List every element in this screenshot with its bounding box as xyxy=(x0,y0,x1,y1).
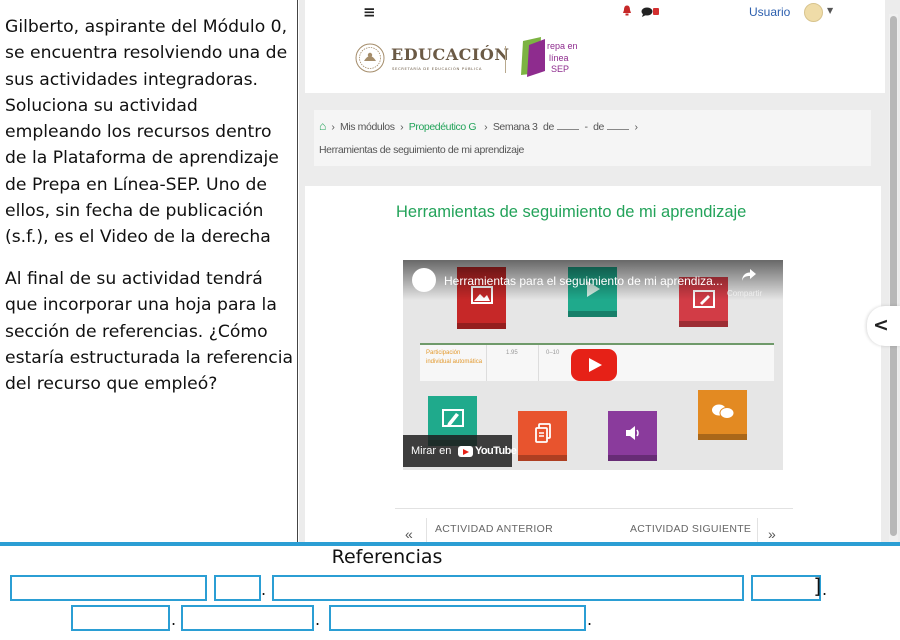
breadcrumb-date-from-label: de xyxy=(543,121,554,133)
vertical-scrollbar[interactable] xyxy=(889,14,898,542)
table-divider xyxy=(538,345,539,381)
answer-slot-2[interactable] xyxy=(214,575,261,601)
separator-dot: . xyxy=(261,580,267,599)
prepa-en-linea-logo: repa en línea SEP xyxy=(521,37,577,77)
question-paragraph-2: Al final de su actividad tendrá que inco… xyxy=(5,269,294,395)
svg-text:línea: línea xyxy=(549,53,569,63)
speech-bubbles-icon xyxy=(711,404,734,419)
date-blank xyxy=(556,122,579,130)
chat-tile xyxy=(698,390,747,440)
platform-screenshot: ≡ Usuario ▼ EDUCACIÓN SECRETARÍA DE EDUC… xyxy=(299,0,900,542)
separator-dot: . xyxy=(587,610,593,629)
video-title[interactable]: Herramientas para el seguimiento de mi a… xyxy=(444,274,724,288)
chevron-down-icon[interactable]: ▼ xyxy=(827,6,833,15)
youtube-logo-icon xyxy=(458,446,473,457)
breadcrumb-separator: › xyxy=(331,121,335,133)
next-activity-link[interactable]: ACTIVIDAD SIGUIENTE xyxy=(630,523,751,535)
table-cell-value: 1.95 xyxy=(506,350,518,356)
chevron-left-icon: < xyxy=(873,314,889,336)
education-logo-subtitle: SECRETARÍA DE EDUCACIÓN PÚBLICA xyxy=(392,66,483,71)
date-blank xyxy=(606,122,629,130)
watch-on-youtube-button[interactable]: Mirar en YouTube xyxy=(403,435,517,467)
document-tile xyxy=(518,411,567,461)
user-name-label[interactable]: Usuario xyxy=(749,5,790,19)
nav-divider xyxy=(757,518,758,542)
sep-seal-logo xyxy=(355,43,385,73)
answer-slot-6[interactable] xyxy=(181,605,314,631)
answer-slot-3[interactable] xyxy=(272,575,744,601)
nav-divider xyxy=(426,518,427,542)
bell-icon[interactable] xyxy=(622,5,632,16)
breadcrumb-propedeutico[interactable]: Propedéutico G xyxy=(409,121,477,133)
speaker-icon xyxy=(625,426,639,440)
logo-divider xyxy=(505,46,506,73)
youtube-label: YouTube xyxy=(475,445,517,457)
separator-dot: . xyxy=(822,580,828,599)
answer-slot-1[interactable] xyxy=(10,575,207,601)
home-icon[interactable]: ⌂ xyxy=(319,119,326,133)
separator-dot: . xyxy=(171,610,177,629)
breadcrumb-current: Herramientas de seguimiento de mi aprend… xyxy=(319,144,524,156)
svg-text:repa en: repa en xyxy=(547,41,577,51)
watch-on-label: Mirar en xyxy=(411,445,452,457)
drawer-toggle-button[interactable]: < xyxy=(867,306,900,346)
table-cell-label: Participación individual automática xyxy=(426,350,483,365)
audio-tile xyxy=(608,411,657,461)
breadcrumb-separator: › xyxy=(481,121,488,133)
youtube-play-button[interactable] xyxy=(571,349,617,381)
pencil-icon xyxy=(441,409,464,427)
channel-avatar[interactable] xyxy=(412,268,436,292)
share-icon[interactable] xyxy=(741,268,757,282)
chevron-double-left-icon[interactable]: « xyxy=(405,526,413,542)
references-title: Referencias xyxy=(331,546,443,568)
answer-slot-4[interactable] xyxy=(751,575,821,601)
scrollbar-thumb[interactable] xyxy=(890,16,897,536)
hamburger-menu-icon[interactable]: ≡ xyxy=(363,3,376,21)
breadcrumb-separator: › xyxy=(634,121,639,133)
table-cell-range: 0–10 xyxy=(546,350,560,356)
share-label[interactable]: Compartir xyxy=(727,289,762,298)
avatar[interactable] xyxy=(804,3,823,22)
answer-slot-5[interactable] xyxy=(71,605,170,631)
activity-navigation: « ACTIVIDAD ANTERIOR ACTIVIDAD SIGUIENTE… xyxy=(395,508,793,542)
chevron-double-right-icon[interactable]: » xyxy=(768,526,776,542)
answer-slot-7[interactable] xyxy=(329,605,586,631)
breadcrumb-separator: › xyxy=(400,121,404,133)
document-icon xyxy=(534,423,551,443)
education-logo-text: EDUCACIÓN xyxy=(391,45,510,64)
question-paragraph-1: Gilberto, aspirante del Módulo 0, se enc… xyxy=(5,17,288,248)
breadcrumb-date-to-label: de xyxy=(593,121,604,133)
content-card: Herramientas de seguimiento de mi aprend… xyxy=(305,186,881,542)
chat-icon[interactable] xyxy=(641,7,660,17)
breadcrumb-semana[interactable]: Semana 3 xyxy=(493,121,538,133)
separator-dot: . xyxy=(315,610,321,629)
question-panel: Gilberto, aspirante del Módulo 0, se enc… xyxy=(0,0,298,542)
site-header: ≡ Usuario ▼ EDUCACIÓN SECRETARÍA DE EDUC… xyxy=(305,0,885,93)
page-title: Herramientas de seguimiento de mi aprend… xyxy=(396,203,747,221)
breadcrumb: ⌂ › Mis módulos › Propedéutico G › Seman… xyxy=(314,110,871,166)
table-divider xyxy=(486,345,487,381)
svg-text:SEP: SEP xyxy=(551,64,569,74)
video-player[interactable]: Herramientas para el seguimiento de mi a… xyxy=(403,260,783,470)
breadcrumb-dash: - xyxy=(584,121,588,133)
breadcrumb-mis-modulos[interactable]: Mis módulos xyxy=(340,121,395,133)
previous-activity-link[interactable]: ACTIVIDAD ANTERIOR xyxy=(435,523,553,535)
